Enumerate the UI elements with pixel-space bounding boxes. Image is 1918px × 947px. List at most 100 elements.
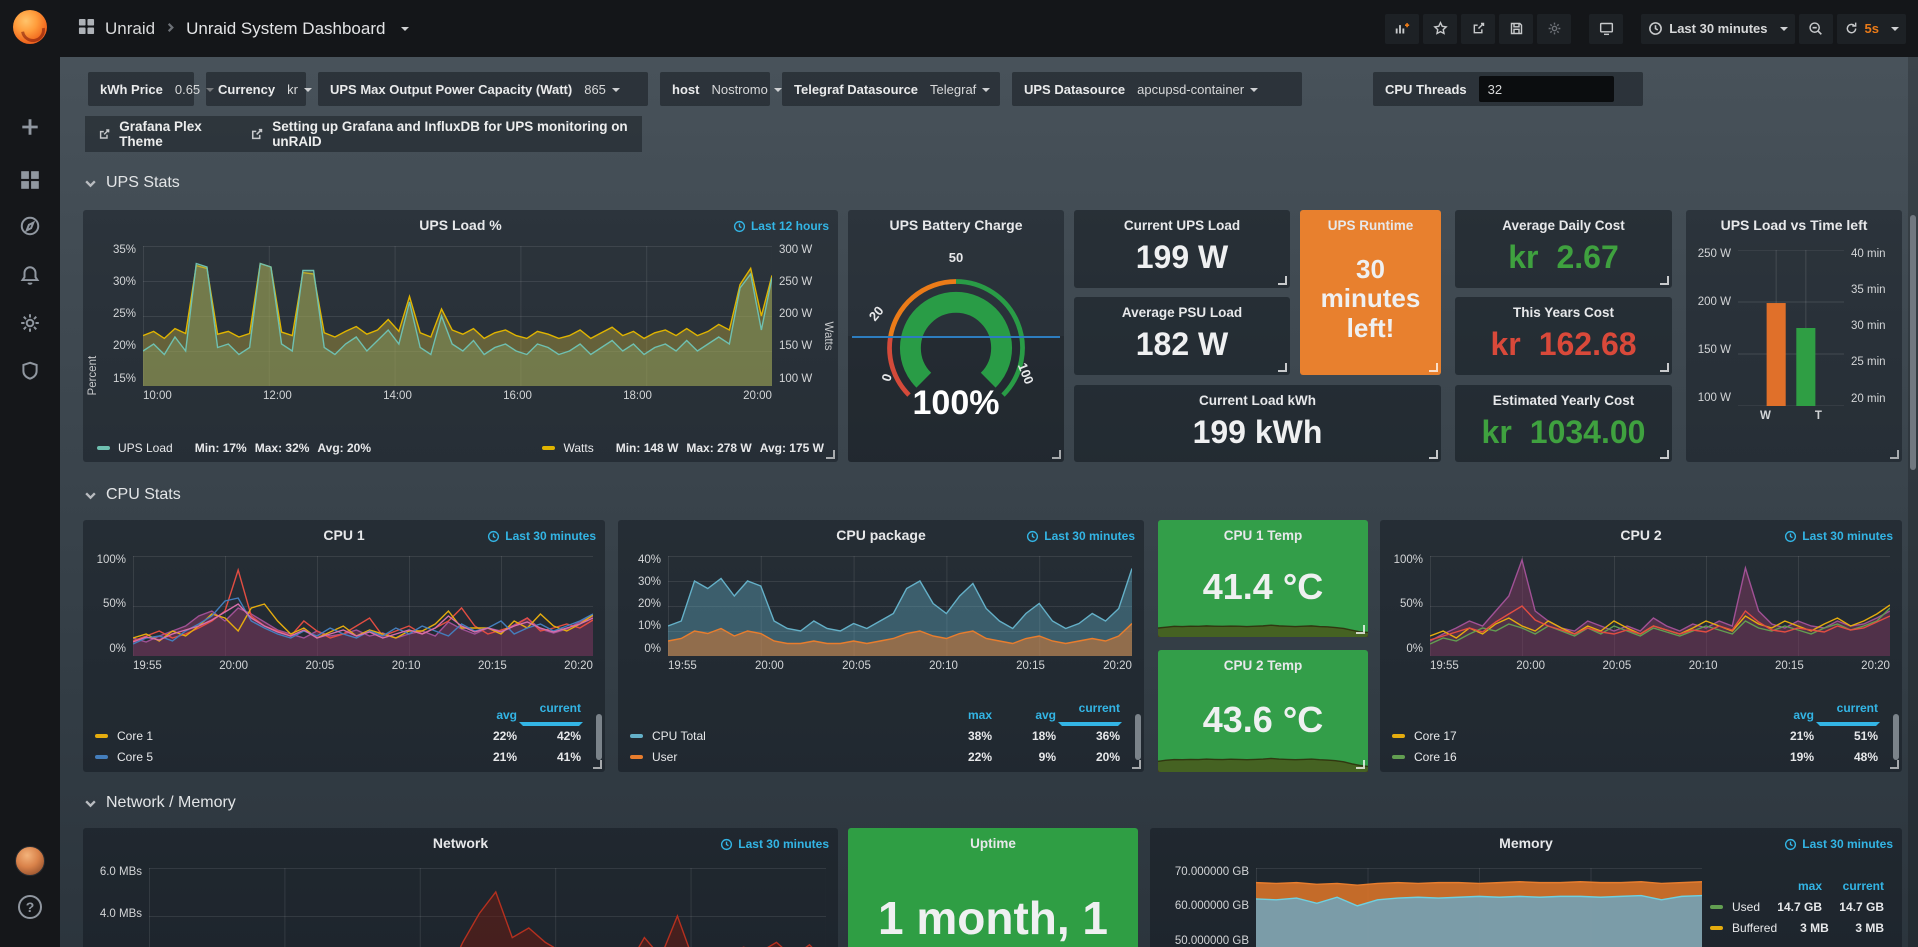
star-button[interactable] xyxy=(1423,14,1457,44)
telegraf-datasource-select[interactable]: Telegraf xyxy=(930,82,990,97)
tile-current-ups-load[interactable]: Current UPS Load 199 W xyxy=(1074,210,1290,288)
stat-value: kr162.68 xyxy=(1455,320,1672,375)
apps-grid-icon[interactable] xyxy=(78,18,95,40)
panel-time-range[interactable]: Last 30 minutes xyxy=(1784,837,1893,851)
panel-time-range[interactable]: Last 30 minutes xyxy=(720,837,829,851)
panel-time-range[interactable]: Last 30 minutes xyxy=(487,529,596,543)
panel-title[interactable]: UPS Load % xyxy=(143,217,778,233)
tile-estimated-yearly-cost[interactable]: Estimated Yearly Cost kr1034.00 xyxy=(1455,385,1672,462)
legend-row[interactable]: Core 17 21%51% xyxy=(1392,725,1892,746)
external-link-icon xyxy=(99,127,110,141)
link-ups-monitoring-guide[interactable]: Setting up Grafana and InfluxDB for UPS … xyxy=(237,116,642,152)
variable-telegraf-datasource: Telegraf Datasource Telegraf xyxy=(782,72,1000,106)
cpu-package-plot[interactable] xyxy=(668,556,1132,656)
user-avatar[interactable] xyxy=(15,846,45,876)
link-grafana-plex-theme[interactable]: Grafana Plex Theme xyxy=(85,116,237,152)
tile-current-load-kwh[interactable]: Current Load kWh 199 kWh xyxy=(1074,385,1441,462)
host-select[interactable]: Nostromo xyxy=(711,82,781,97)
tile-uptime[interactable]: Uptime 1 month, 1 xyxy=(848,828,1138,947)
page-scrollbar-thumb[interactable] xyxy=(1910,215,1916,470)
memory-plot[interactable] xyxy=(1256,868,1702,947)
panel-title[interactable]: Network xyxy=(143,835,778,851)
tile-cpu2-temp[interactable]: CPU 2 Temp 43.6 °C xyxy=(1158,650,1368,772)
cpu1-plot[interactable] xyxy=(133,556,593,656)
dashboard-settings-gear-icon[interactable] xyxy=(1537,14,1571,44)
legend-scrollbar[interactable] xyxy=(1135,714,1141,760)
refresh-button[interactable]: 5s xyxy=(1837,14,1906,44)
section-ups-stats[interactable]: UPS Stats xyxy=(84,174,180,192)
panel-ups-battery-gauge: UPS Battery Charge 0 20 50 100 100% xyxy=(848,210,1064,462)
tile-cpu1-temp[interactable]: CPU 1 Temp 41.4 °C xyxy=(1158,520,1368,637)
alerting-bell-icon[interactable] xyxy=(19,264,41,286)
legend-row[interactable]: Core 1 22%42% xyxy=(95,725,595,746)
help-icon[interactable]: ? xyxy=(18,895,42,919)
section-cpu-stats[interactable]: CPU Stats xyxy=(84,486,181,504)
cpu2-plot[interactable] xyxy=(1430,556,1890,656)
panel-title[interactable]: CPU 2 xyxy=(1440,527,1842,543)
clock-icon xyxy=(1026,530,1039,543)
save-button[interactable] xyxy=(1499,14,1533,44)
chevron-down-icon[interactable] xyxy=(401,27,409,31)
chevron-down-icon xyxy=(1891,27,1899,31)
temp-sparkline xyxy=(1158,736,1368,772)
panel-network: Network Last 30 minutes 6.0 MBs4.0 MBs2.… xyxy=(83,828,838,947)
currency-select[interactable]: kr xyxy=(287,82,312,97)
zoom-out-button[interactable] xyxy=(1799,14,1833,44)
tile-average-daily-cost[interactable]: Average Daily Cost kr2.67 xyxy=(1455,210,1672,288)
section-network-memory[interactable]: Network / Memory xyxy=(84,794,236,812)
legend-table: maxcurrent Used 14.7 GB14.7 GB Buffered … xyxy=(1710,876,1888,938)
gauge-value: 100% xyxy=(861,384,1051,423)
tile-ups-runtime[interactable]: UPS Runtime 30 minutes left! xyxy=(1300,210,1441,375)
ups-datasource-select[interactable]: apcupsd-container xyxy=(1137,82,1258,97)
legend-row[interactable]: Used 14.7 GB14.7 GB xyxy=(1710,896,1888,917)
panel-time-range[interactable]: Last 30 minutes xyxy=(1784,529,1893,543)
grafana-logo-icon[interactable] xyxy=(13,10,47,44)
clock-icon xyxy=(487,530,500,543)
panel-title[interactable]: UPS Battery Charge xyxy=(858,217,1054,233)
legend-row[interactable]: User 22%9%20% xyxy=(630,746,1134,767)
panel-ups-load: UPS Load % Last 12 hours Percent Watts 3… xyxy=(83,210,838,462)
create-plus-icon[interactable] xyxy=(19,116,41,138)
share-button[interactable] xyxy=(1461,14,1495,44)
bars-plot[interactable] xyxy=(1738,250,1844,406)
ups-max-output-select[interactable]: 865 xyxy=(584,82,620,97)
right-axis-ticks: 40 min35 min30 min25 min20 min xyxy=(1844,250,1896,406)
admin-shield-icon[interactable] xyxy=(19,360,41,382)
clock-icon xyxy=(1784,530,1797,543)
page-scrollbar-track[interactable] xyxy=(1908,57,1918,947)
y-axis-label: Percent xyxy=(87,356,99,396)
legend-table: avgcurrent Core 17 21%51% Core 16 19%48% xyxy=(1392,705,1892,767)
panel-time-range[interactable]: Last 12 hours xyxy=(733,219,829,233)
dashboard-title[interactable]: Unraid System Dashboard xyxy=(186,19,385,39)
legend-row[interactable]: Core 16 19%48% xyxy=(1392,746,1892,767)
tile-average-psu-load[interactable]: Average PSU Load 182 W xyxy=(1074,297,1290,375)
dashboards-grid-icon[interactable] xyxy=(19,169,41,191)
tv-mode-button[interactable] xyxy=(1589,14,1623,44)
legend-row[interactable]: Core 5 21%41% xyxy=(95,746,595,767)
panel-title[interactable]: Memory xyxy=(1210,835,1842,851)
legend-scrollbar[interactable] xyxy=(1893,714,1899,760)
legend-row[interactable]: CPU Total 38%18%36% xyxy=(630,725,1134,746)
configuration-gear-icon[interactable] xyxy=(19,312,41,334)
tile-this-years-cost[interactable]: This Years Cost kr162.68 xyxy=(1455,297,1672,375)
panel-title[interactable]: UPS Load vs Time left xyxy=(1694,217,1894,233)
external-link-icon xyxy=(251,127,263,141)
legend-scrollbar[interactable] xyxy=(596,714,602,760)
panel-time-range[interactable]: Last 30 minutes xyxy=(1026,529,1135,543)
panel-title[interactable]: CPU package xyxy=(678,527,1084,543)
y-axis-ticks: 40%30%20%10%0% xyxy=(628,556,668,656)
add-panel-button[interactable] xyxy=(1385,14,1419,44)
time-range-picker[interactable]: Last 30 minutes xyxy=(1641,14,1794,44)
panel-title[interactable]: CPU 1 xyxy=(143,527,545,543)
variable-ups-datasource: UPS Datasource apcupsd-container xyxy=(1012,72,1302,106)
explore-compass-icon[interactable] xyxy=(19,215,41,237)
breadcrumb-app[interactable]: Unraid xyxy=(105,19,155,39)
legend-item[interactable]: UPS Load Min: 17% Max: 32% Avg: 20% xyxy=(97,441,371,455)
stat-value: 30 minutes left! xyxy=(1300,233,1441,375)
topbar-actions: Last 30 minutes 5s xyxy=(1385,14,1906,44)
network-plot[interactable] xyxy=(149,868,826,947)
cpu-threads-input[interactable] xyxy=(1479,76,1614,102)
ups-load-plot[interactable] xyxy=(143,246,772,386)
legend-item[interactable]: Watts Min: 148 W Max: 278 W Avg: 175 W xyxy=(542,441,824,455)
legend-row[interactable]: Buffered 3 MB3 MB xyxy=(1710,917,1888,938)
